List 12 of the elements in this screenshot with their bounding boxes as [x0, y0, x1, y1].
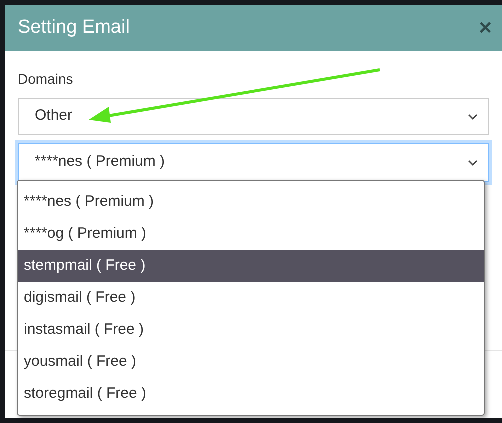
domain-select[interactable]: Other	[18, 98, 489, 135]
field-label: Domains	[18, 70, 74, 89]
dropdown-option[interactable]: stempmail ( Free )	[18, 250, 484, 282]
dropdown-option[interactable]: ****nes ( Premium )	[18, 186, 484, 218]
dropdown-option[interactable]: instasmail ( Free )	[18, 314, 484, 346]
dialog-title: Setting Email	[18, 16, 130, 40]
dropdown-option[interactable]: yousmail ( Free )	[18, 346, 484, 378]
dropdown-option[interactable]: storegmail ( Free )	[18, 378, 484, 410]
dropdown-option[interactable]: digismail ( Free )	[18, 282, 484, 314]
dropdown-option[interactable]: ****og ( Premium )	[18, 218, 484, 250]
chevron-down-icon	[468, 160, 478, 166]
chevron-down-icon	[468, 114, 478, 120]
